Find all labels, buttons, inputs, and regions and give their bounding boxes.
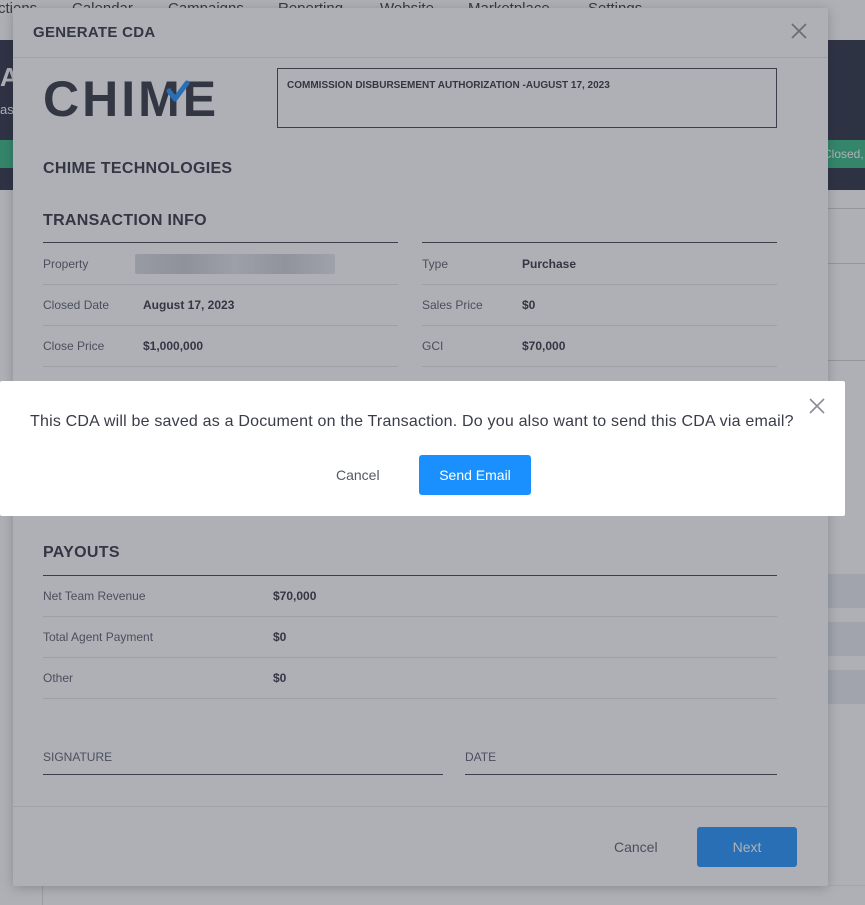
send-email-confirm-dialog: This CDA will be saved as a Document on … (0, 381, 845, 516)
confirm-cancel-button[interactable]: Cancel (336, 467, 380, 483)
close-icon[interactable] (808, 397, 826, 415)
confirm-message: This CDA will be saved as a Document on … (30, 413, 794, 430)
send-email-button[interactable]: Send Email (419, 455, 531, 495)
